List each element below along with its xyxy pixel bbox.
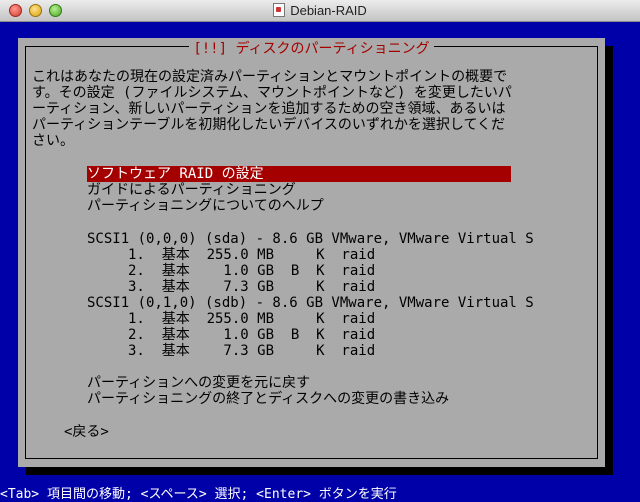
disk-sdb-row[interactable]: SCSI1 (0,1,0) (sdb) - 8.6 GB VMware, VMw… bbox=[87, 295, 534, 311]
window-titlebar[interactable]: Debian-RAID bbox=[0, 0, 640, 22]
partition-row[interactable]: 1. 基本 255.0 MB K raid bbox=[128, 247, 375, 263]
partition-row[interactable]: 2. 基本 1.0 GB B K raid bbox=[128, 327, 375, 343]
menu-item-guided-partitioning[interactable]: ガイドによるパーティショニング bbox=[87, 182, 296, 198]
description-line: ーティション、新しいパーティションを追加するための空き領域、あるいは bbox=[32, 101, 506, 117]
partition-row[interactable]: 3. 基本 7.3 GB K raid bbox=[128, 343, 375, 359]
dialog-title: [!!] ディスクのパーティショニング bbox=[26, 38, 597, 57]
document-icon bbox=[273, 3, 286, 17]
disk-sda-row[interactable]: SCSI1 (0,0,0) (sda) - 8.6 GB VMware, VMw… bbox=[87, 231, 534, 247]
menu-item-finish-and-write[interactable]: パーティショニングの終了とディスクへの変更の書き込み bbox=[87, 391, 449, 407]
window-title: Debian-RAID bbox=[0, 3, 640, 18]
back-button[interactable]: <戻る> bbox=[64, 424, 109, 440]
description-line: す。その設定 (ファイルシステム、マウントポイントなど) を変更したいパ bbox=[32, 85, 512, 101]
menu-item-software-raid[interactable]: ソフトウェア RAID の設定 bbox=[87, 166, 511, 182]
partition-dialog: [!!] ディスクのパーティショニング これはあなたの現在の設定済みパーティショ… bbox=[18, 38, 605, 467]
menu-item-undo-changes[interactable]: パーティションへの変更を元に戻す bbox=[87, 375, 310, 391]
partition-row[interactable]: 1. 基本 255.0 MB K raid bbox=[128, 311, 375, 327]
partition-row[interactable]: 2. 基本 1.0 GB B K raid bbox=[128, 263, 375, 279]
description-line: これはあなたの現在の設定済みパーティションとマウントポイントの概要で bbox=[32, 69, 508, 85]
window-title-text: Debian-RAID bbox=[290, 3, 367, 18]
description-line: さい。 bbox=[32, 133, 74, 149]
description-line: パーティションテーブルを初期化したいデバイスのいずれかを選択してくだ bbox=[32, 117, 506, 133]
partition-row[interactable]: 3. 基本 7.3 GB K raid bbox=[128, 279, 375, 295]
menu-item-partitioning-help[interactable]: パーティショニングについてのヘルプ bbox=[87, 198, 324, 214]
status-bar: <Tab> 項目間の移動; <スペース> 選択; <Enter> ボタンを実行 bbox=[0, 487, 640, 502]
dialog-title-text: [!!] ディスクのパーティショニング bbox=[189, 41, 434, 57]
installer-screen: [!!] ディスクのパーティショニング これはあなたの現在の設定済みパーティショ… bbox=[0, 22, 640, 487]
